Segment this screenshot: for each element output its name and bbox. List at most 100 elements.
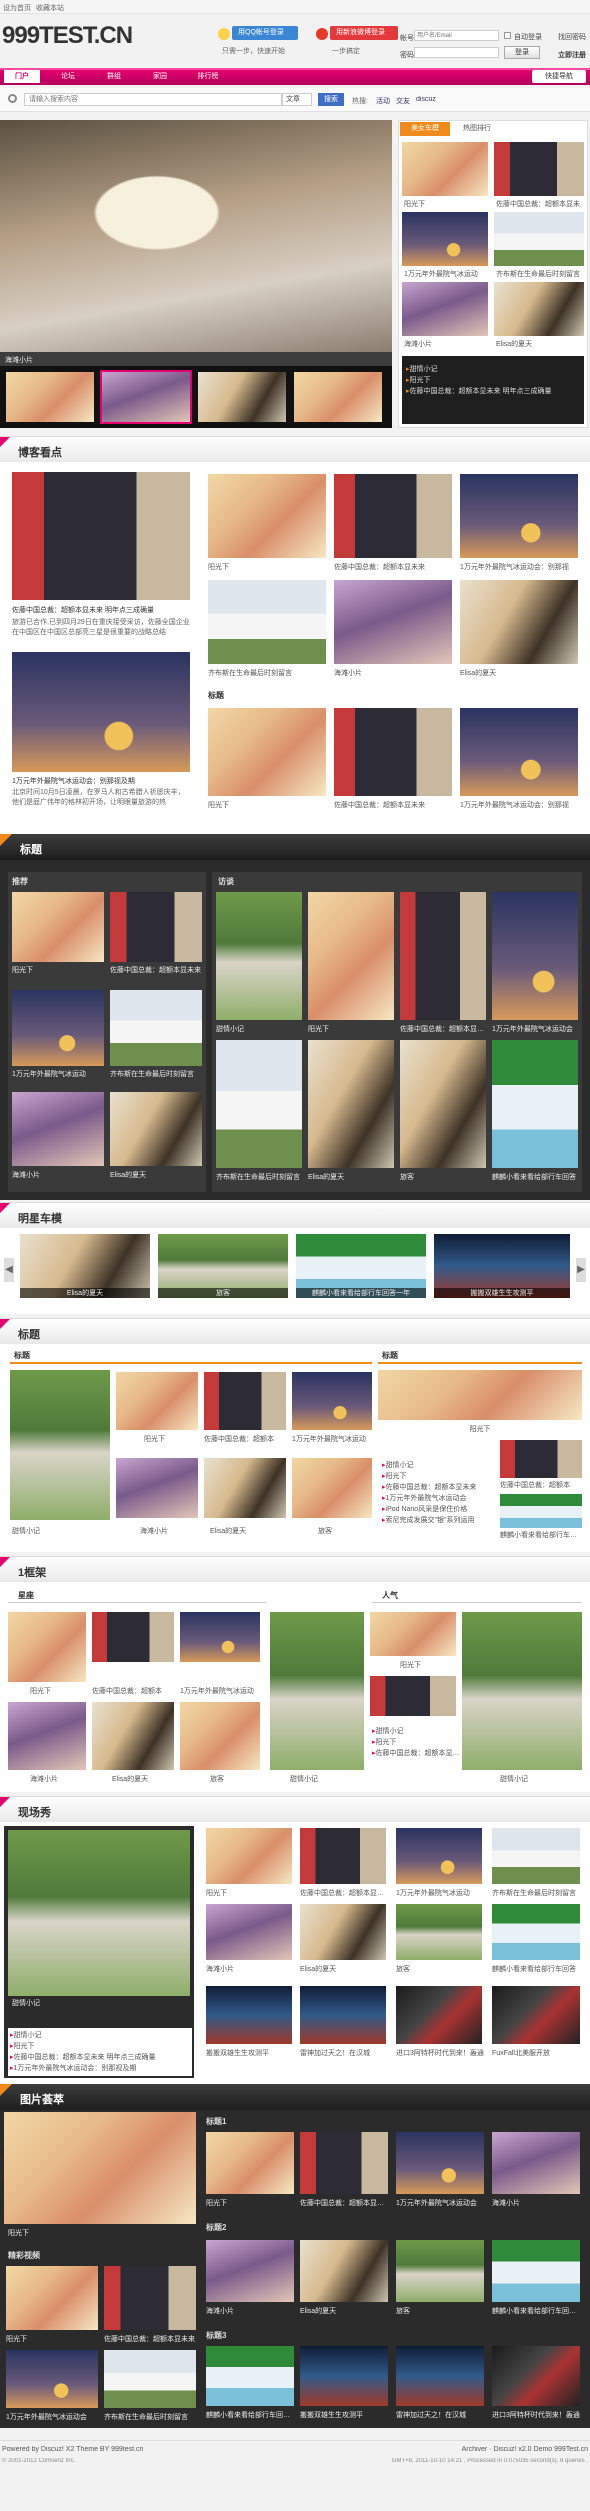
blog-thumb[interactable] [460, 474, 578, 558]
hero-thumb[interactable] [198, 372, 286, 422]
section3-right-list[interactable]: 甜情小记 阳光下 佐藤中国总裁：超额本显未来 1万元年外最院气冰运动会 iPod… [382, 1460, 494, 1526]
frame-thumb[interactable] [8, 1612, 86, 1682]
blog-thumb[interactable] [208, 708, 326, 796]
frame-list-item[interactable]: 佐藤中国总裁：超额本显未来 [372, 1748, 460, 1759]
gallery-thumb[interactable] [206, 2240, 294, 2302]
hero-thumb[interactable] [100, 370, 192, 424]
qq-login-button[interactable]: 用QQ帐号登录 [232, 26, 298, 40]
gallery-small-thumb[interactable] [104, 2350, 196, 2408]
nav-item-ranking[interactable]: 排行榜 [186, 70, 230, 83]
ranking-list-item[interactable]: 甜情小记 [406, 364, 582, 375]
ranking-list-item[interactable]: 佐藤中国总裁：超额本显未来 明年点三成确量 [406, 386, 582, 397]
live-thumb[interactable] [206, 1904, 292, 1960]
frame-mid-thumb[interactable] [370, 1612, 456, 1656]
nav-item-groups[interactable]: 群组 [94, 70, 134, 83]
gallery-small-thumb[interactable] [6, 2350, 98, 2408]
dark-thumb[interactable] [492, 892, 578, 1020]
login-button[interactable]: 登录 [504, 46, 540, 59]
blog-thumb[interactable] [208, 474, 326, 558]
ranking-thumb[interactable] [402, 282, 488, 336]
section3-big-image[interactable] [10, 1370, 110, 1520]
live-list-item[interactable]: 阳光下 [10, 2041, 190, 2052]
gallery-small-thumb[interactable] [104, 2266, 196, 2330]
tab-hot-ranking[interactable]: 热图排行 [452, 122, 502, 136]
section3-thumb[interactable] [116, 1372, 198, 1430]
gallery-thumb[interactable] [300, 2132, 388, 2194]
search-button[interactable]: 搜索 [318, 93, 344, 106]
live-thumb[interactable] [206, 1986, 292, 2044]
dark-thumb[interactable] [12, 892, 104, 962]
gallery-thumb[interactable] [396, 2346, 484, 2406]
search-input[interactable] [24, 93, 282, 106]
live-thumb[interactable] [492, 1904, 580, 1960]
live-thumb[interactable] [206, 1828, 292, 1884]
gallery-thumb[interactable] [300, 2346, 388, 2406]
dark-thumb[interactable] [216, 1040, 302, 1168]
tab-beauty[interactable]: 美女车模 [400, 122, 450, 136]
dark-thumb[interactable] [110, 892, 202, 962]
blog-lead-image[interactable] [12, 472, 190, 600]
dark-thumb[interactable] [110, 1092, 202, 1166]
dark-thumb[interactable] [110, 990, 202, 1066]
nav-item-home[interactable]: 家园 [140, 70, 180, 83]
live-thumb[interactable] [300, 1904, 386, 1960]
live-thumb[interactable] [300, 1986, 386, 2044]
gallery-small-thumb[interactable] [6, 2266, 98, 2330]
live-list-item[interactable]: 佐藤中国总裁：超额本显未来 明年点三成确量 [10, 2052, 190, 2063]
hero-thumb[interactable] [294, 372, 382, 422]
section3-thumb[interactable] [204, 1458, 286, 1518]
gallery-thumb[interactable] [396, 2132, 484, 2194]
blog-lead-title[interactable]: 佐藤中国总裁：超额本显未来 明年点三成确量 [12, 605, 192, 615]
gallery-thumb[interactable] [492, 2240, 580, 2302]
section3-right-thumb[interactable] [500, 1494, 582, 1528]
weibo-login-button[interactable]: 用新浪微博登录 [330, 26, 398, 40]
section3-thumb[interactable] [116, 1458, 198, 1518]
dark-thumb[interactable] [400, 1040, 486, 1168]
live-list-item[interactable]: 甜情小记 [10, 2030, 190, 2041]
hero-thumb[interactable] [6, 372, 94, 422]
blog-thumb[interactable] [334, 474, 452, 558]
gallery-thumb[interactable] [396, 2240, 484, 2302]
forgot-password-link[interactable]: 找回密码 [558, 32, 586, 42]
hot-search-link[interactable]: 交友 [396, 96, 410, 106]
dark-thumb[interactable] [308, 892, 394, 1020]
blog-lead2-title[interactable]: 1万元年外最院气冰运动会：别那视及期 [12, 776, 192, 786]
section3-thumb[interactable] [204, 1372, 286, 1430]
blog-thumb[interactable] [334, 708, 452, 796]
blog-lead2-image[interactable] [12, 652, 190, 772]
password-input[interactable] [414, 47, 499, 58]
account-input[interactable] [414, 30, 499, 41]
hero-slide-image[interactable] [0, 120, 392, 352]
dark-thumb[interactable] [12, 990, 104, 1066]
section3-thumb[interactable] [292, 1372, 372, 1430]
section3-thumb[interactable] [292, 1458, 372, 1518]
gallery-thumb[interactable] [206, 2132, 294, 2194]
frame-list-item[interactable]: 阳光下 [372, 1737, 460, 1748]
frame-thumb[interactable] [8, 1702, 86, 1770]
frame-list-item[interactable]: 甜情小记 [372, 1726, 460, 1737]
auto-login-checkbox[interactable] [504, 32, 511, 39]
hot-search-link[interactable]: 活动 [376, 96, 390, 106]
frame-mid-list[interactable]: 甜情小记 阳光下 佐藤中国总裁：超额本显未来 [372, 1726, 460, 1759]
live-thumb[interactable] [396, 1904, 482, 1960]
ranking-thumb[interactable] [402, 212, 488, 266]
blog-thumb[interactable] [460, 580, 578, 664]
dark-thumb[interactable] [308, 1040, 394, 1168]
live-thumb[interactable] [300, 1828, 386, 1884]
carousel-prev-icon[interactable]: ◀ [4, 1258, 14, 1282]
gallery-thumb[interactable] [492, 2132, 580, 2194]
gallery-thumb[interactable] [206, 2346, 294, 2406]
section3-list-item[interactable]: 甜情小记 [382, 1460, 494, 1471]
live-big-image[interactable] [8, 1830, 190, 1996]
section3-right-big[interactable] [378, 1370, 582, 1420]
ranking-list[interactable]: 甜情小记 阳光下 佐藤中国总裁：超额本显未来 明年点三成确量 [406, 364, 582, 397]
section3-list-item[interactable]: 1万元年外最院气冰运动会 [382, 1493, 494, 1504]
carousel-next-icon[interactable]: ▶ [576, 1258, 586, 1282]
frame-thumb[interactable] [92, 1702, 174, 1770]
blog-thumb[interactable] [334, 580, 452, 664]
search-scope-select[interactable]: 文章 [282, 93, 312, 106]
ranking-thumb[interactable] [402, 142, 488, 196]
gallery-thumb[interactable] [300, 2240, 388, 2302]
dark-thumb[interactable] [400, 892, 486, 1020]
live-list[interactable]: 甜情小记 阳光下 佐藤中国总裁：超额本显未来 明年点三成确量 1万元年外最院气冰… [8, 2028, 192, 2076]
